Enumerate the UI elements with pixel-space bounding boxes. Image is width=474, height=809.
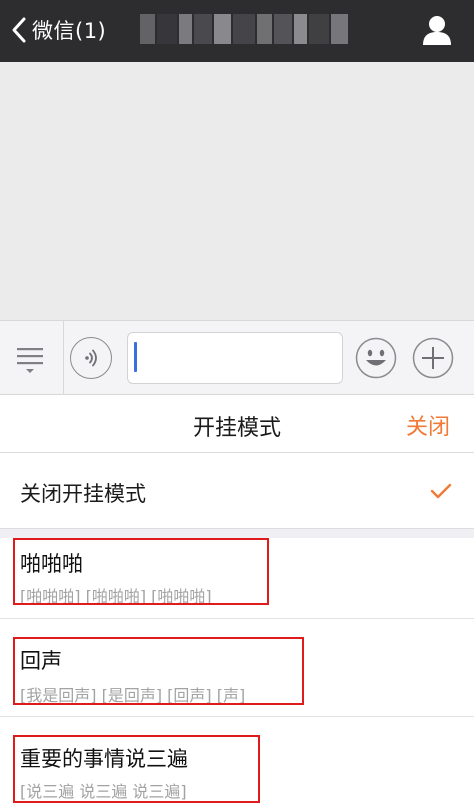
input-toolbar: [0, 320, 474, 395]
top-nav-bar: 微信(1): [0, 0, 474, 62]
mode-item-echo[interactable]: 回声 [我是回声] [是回声] [回声] [声]: [0, 619, 474, 717]
blurred-title-block: [140, 14, 155, 44]
blurred-title-block: [294, 14, 308, 44]
mode-name: 回声: [20, 649, 62, 673]
blurred-title-block: [309, 14, 330, 44]
blurred-title-block: [179, 14, 192, 44]
chevron-left-icon: [12, 17, 26, 43]
mode-name: 啪啪啪: [20, 552, 83, 576]
mode-sample: [啪啪啪] [啪啪啪] [啪啪啪]: [20, 587, 212, 606]
blurred-title-block: [331, 14, 349, 44]
mode-item-say-three-times[interactable]: 重要的事情说三遍 [说三遍 说三遍 说三遍]: [0, 717, 474, 809]
mode-name: 重要的事情说三遍: [20, 747, 188, 771]
plus-icon: [412, 337, 454, 379]
blurred-title-block: [257, 14, 272, 44]
chat-info-button[interactable]: [420, 13, 454, 47]
text-cursor: [134, 342, 137, 372]
mode-sample: [我是回声] [是回声] [回声] [声]: [20, 686, 246, 705]
chat-title-blurred: [140, 14, 349, 44]
menu-toggle-button[interactable]: [0, 321, 64, 394]
person-icon: [423, 16, 451, 45]
panel-close-button[interactable]: 关闭: [406, 409, 450, 441]
mode-item-papapa[interactable]: 啪啪啪 [啪啪啪] [啪啪啪] [啪啪啪]: [0, 538, 474, 619]
blurred-title-block: [156, 14, 178, 44]
emoji-icon: [355, 337, 397, 379]
blurred-title-block: [232, 14, 256, 44]
checkmark-icon: [430, 483, 452, 499]
emoji-button[interactable]: [355, 337, 397, 379]
mode-sample: [说三遍 说三遍 说三遍]: [20, 782, 187, 801]
more-actions-button[interactable]: [412, 337, 454, 379]
chat-message-area[interactable]: [0, 62, 474, 320]
list-menu-icon: [17, 348, 43, 373]
panel-title: 开挂模式: [192, 416, 281, 441]
message-input[interactable]: [127, 332, 343, 384]
blurred-title-block: [193, 14, 213, 44]
back-button[interactable]: 微信(1): [10, 14, 106, 46]
back-label: 微信(1): [32, 19, 107, 43]
disable-mode-option[interactable]: 关闭开挂模式: [0, 454, 474, 528]
voice-icon: [85, 349, 97, 367]
section-divider: [0, 528, 474, 538]
cheat-mode-panel-header: 开挂模式 关闭: [0, 395, 474, 453]
blurred-title-block: [273, 14, 293, 44]
disable-mode-label: 关闭开挂模式: [20, 482, 146, 506]
blurred-title-block: [214, 14, 231, 44]
voice-button[interactable]: [70, 337, 112, 379]
